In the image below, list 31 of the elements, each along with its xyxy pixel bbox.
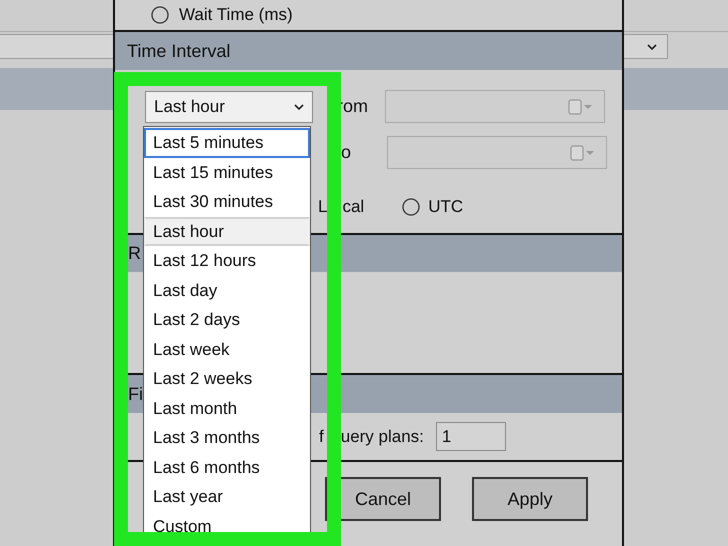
date-field[interactable] (387, 136, 607, 169)
range-combo[interactable]: Last hour (145, 90, 313, 122)
to-label: o (341, 141, 352, 164)
date-field[interactable] (385, 90, 605, 123)
dropdown-item[interactable]: Last day (144, 276, 310, 305)
dropdown-item[interactable]: Last week (144, 334, 310, 364)
chevron-icon (647, 44, 657, 50)
query-plans-label: f (319, 426, 324, 448)
section-header: Time Interval (115, 32, 622, 70)
query-plans-label: uery plans: (340, 426, 424, 448)
dropdown-field[interactable] (623, 34, 668, 59)
utc-label: UTC (428, 196, 464, 218)
dropdown-item[interactable]: Last 3 months (144, 423, 310, 452)
dropdown-item[interactable]: Last 6 months (144, 452, 310, 482)
calendar-icon (570, 144, 596, 160)
dialog-button[interactable]: Apply (472, 477, 588, 521)
chevron-icon (294, 104, 304, 110)
local-label: L (318, 196, 328, 218)
dropdown-field[interactable] (0, 34, 113, 59)
radio-button[interactable] (402, 198, 420, 216)
dropdown-item[interactable]: Last year (144, 482, 310, 512)
option-label: Wait Time (ms) (179, 4, 293, 26)
local-label: cal (342, 196, 364, 218)
dropdown-item[interactable]: Last 30 minutes (144, 187, 310, 216)
dropdown-item[interactable]: Last 2 days (144, 305, 310, 334)
radio-button[interactable] (151, 6, 169, 24)
dropdown-item[interactable]: Last hour (144, 216, 310, 246)
calendar-icon (568, 98, 594, 114)
dropdown-item[interactable]: Last 15 minutes (144, 158, 310, 187)
query-plans-field[interactable]: 1 (436, 422, 506, 451)
dropdown-item[interactable]: Last 5 minutes (144, 128, 310, 158)
